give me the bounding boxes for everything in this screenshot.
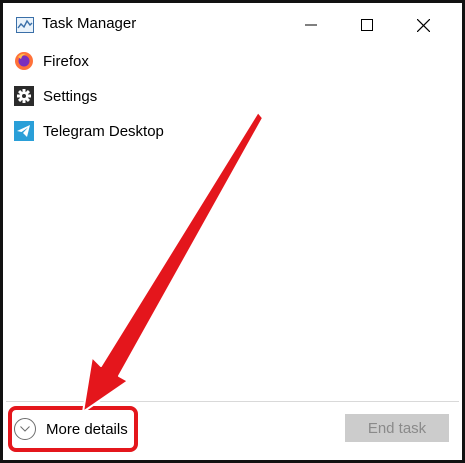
annotation-arrow: [82, 111, 264, 413]
